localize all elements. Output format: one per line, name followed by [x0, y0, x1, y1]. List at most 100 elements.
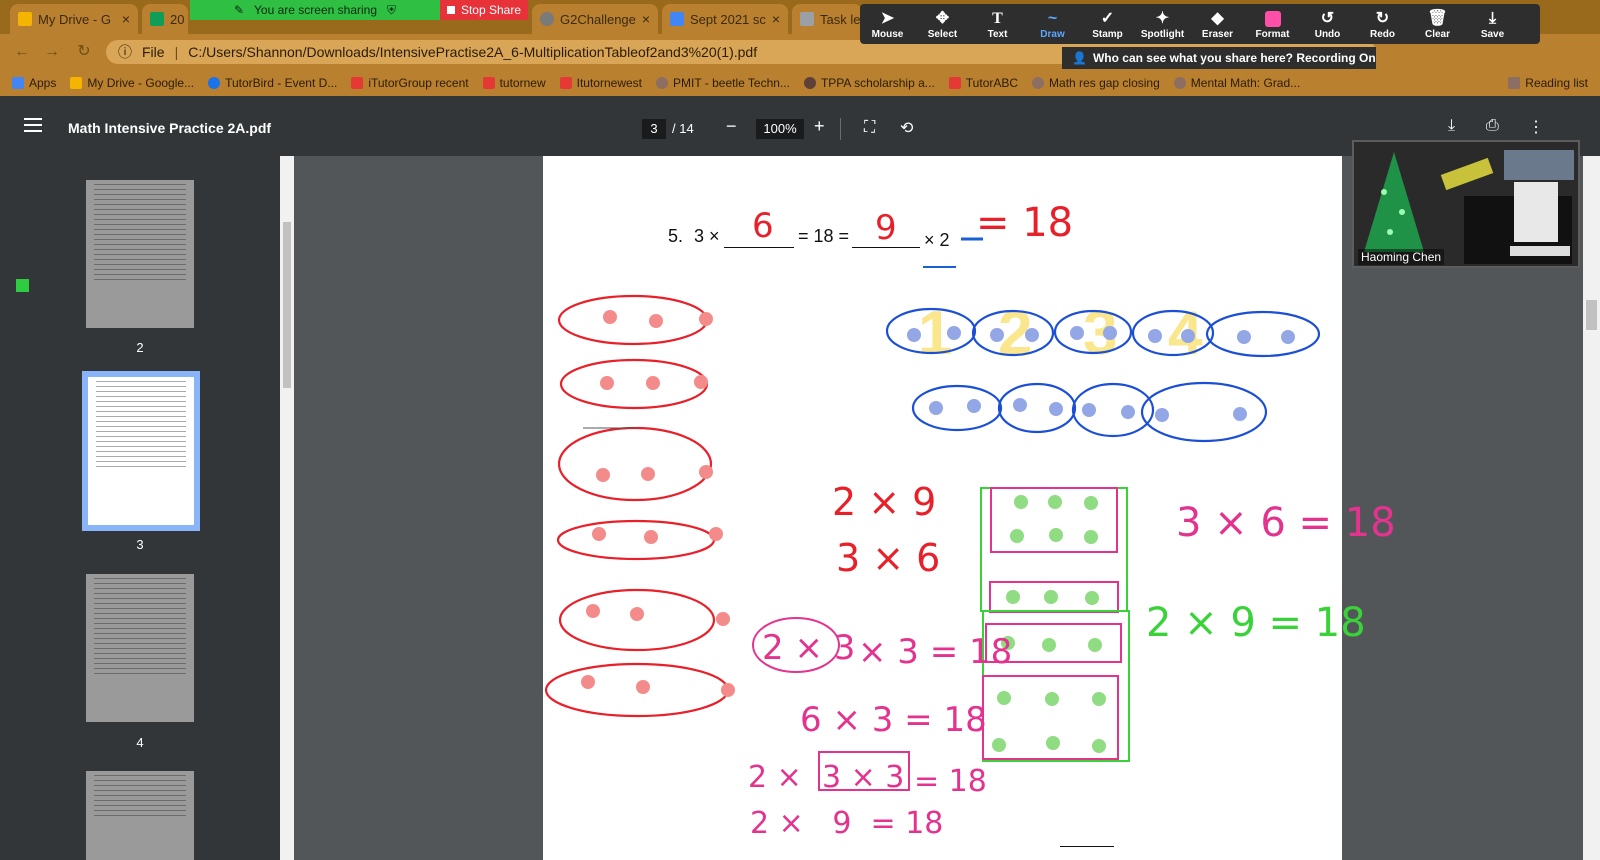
tool-label: Stamp	[1092, 28, 1123, 40]
redo-tool[interactable]: ↻ Redo	[1355, 4, 1410, 44]
handwritten-2x9: 2 × 9	[832, 480, 937, 524]
eraser-tool[interactable]: ◆ Eraser	[1190, 4, 1245, 44]
download-icon[interactable]: ⤓	[1448, 117, 1455, 135]
rotate-icon[interactable]: ⟲	[900, 118, 913, 138]
text-tool[interactable]: T Text	[970, 4, 1025, 44]
undo-tool[interactable]: ↺ Undo	[1300, 4, 1355, 44]
stop-share-button[interactable]: Stop Share	[440, 0, 528, 20]
tutorbird-icon	[208, 77, 221, 89]
tool-label: Format	[1255, 28, 1290, 40]
red-oval	[556, 519, 716, 561]
page-thumbnail[interactable]	[86, 574, 194, 722]
page-thumbnail[interactable]	[86, 180, 194, 328]
stop-share-label: Stop Share	[460, 3, 522, 17]
page-number-input[interactable]: 3	[642, 119, 666, 139]
bookmark-item[interactable]: TPPA scholarship a...	[803, 76, 935, 90]
url-scheme: File	[142, 44, 165, 60]
bookmark-label: Itutornewest	[576, 76, 642, 90]
bookmark-item[interactable]: TutorBird - Event D...	[208, 76, 337, 90]
tool-label: Spotlight	[1140, 28, 1185, 40]
toolbar-divider	[840, 118, 841, 140]
apps-grid-icon	[12, 77, 24, 89]
page-thumbnail-selected[interactable]	[88, 377, 194, 525]
bookmark-label: My Drive - Google...	[87, 76, 195, 90]
task-icon	[800, 12, 814, 26]
green-marker	[16, 279, 29, 292]
red-oval	[557, 294, 709, 346]
browser-tab[interactable]: G2Challenge ×	[532, 4, 658, 34]
bookmarks-bar: Apps My Drive - Google... TutorBird - Ev…	[0, 70, 1600, 96]
print-icon[interactable]: ⎙	[1486, 117, 1499, 135]
wand-icon: ✦	[1155, 9, 1170, 27]
thumbnail-page-number: 4	[136, 735, 144, 750]
bookmark-item[interactable]: My Drive - Google...	[70, 76, 194, 90]
zoom-out-icon[interactable]: −	[726, 116, 737, 137]
sidebar-scrollbar-thumb[interactable]	[283, 222, 291, 388]
screen-sharing-banner: ✎ You are screen sharing ⛨	[190, 0, 440, 20]
more-options-icon[interactable]: ⋮	[1528, 117, 1544, 137]
tab-label: Task lea	[820, 11, 862, 27]
move-icon: ✥	[935, 9, 950, 27]
handwritten-3x6: 3 × 6	[836, 536, 941, 580]
stamp-tool[interactable]: ✓ Stamp	[1080, 4, 1135, 44]
fit-page-icon[interactable]: ⛶	[864, 119, 875, 137]
browser-tab[interactable]: Sept 2021 sc ×	[662, 4, 788, 34]
close-icon[interactable]: ×	[122, 11, 130, 27]
browser-tab[interactable]: My Drive - G ×	[10, 4, 138, 34]
bookmark-label: PMIT - beetle Techn...	[673, 76, 790, 90]
bookmark-item[interactable]: Math res gap closing	[1032, 76, 1160, 90]
bookmark-item[interactable]: iTutorGroup recent	[351, 76, 469, 90]
bookmark-item[interactable]: Itutornewest	[559, 76, 642, 90]
browser-tab[interactable]: Task lea	[792, 4, 862, 34]
tool-label: Mouse	[871, 28, 904, 40]
page-total: / 14	[672, 121, 694, 136]
spotlight-tool[interactable]: ✦ Spotlight	[1135, 4, 1190, 44]
reading-list[interactable]: Reading list	[1508, 76, 1588, 90]
handwritten-pink-eq18: = 18	[914, 764, 987, 799]
close-icon[interactable]: ×	[772, 11, 780, 27]
handwritten-answer: 9	[875, 208, 897, 248]
bookmark-item[interactable]: tutornew	[482, 76, 546, 90]
stop-icon	[446, 6, 455, 14]
bookmark-item[interactable]: PMIT - beetle Techn...	[656, 76, 790, 90]
bookmark-label: Math res gap closing	[1049, 76, 1160, 90]
docs-icon	[670, 12, 684, 26]
browser-tab[interactable]: 20	[142, 4, 188, 34]
document-scrollbar[interactable]	[1583, 156, 1600, 860]
zoom-level-input[interactable]: 100%	[756, 119, 804, 139]
handwritten-3x6-eq-18: 3 × 6 = 18	[1176, 500, 1396, 546]
clear-tool[interactable]: 🗑 Clear	[1410, 4, 1465, 44]
text-t-icon: T	[992, 9, 1003, 27]
blue-oval	[911, 384, 1003, 432]
bookmark-item[interactable]: TutorABC	[948, 76, 1019, 90]
tab-label: My Drive - G	[38, 11, 111, 27]
bookmark-item[interactable]: Mental Math: Grad...	[1173, 76, 1300, 90]
reading-list-icon	[1508, 77, 1521, 89]
mouse-tool[interactable]: ➤ Mouse	[860, 4, 915, 44]
draw-tool[interactable]: ~ Draw	[1025, 4, 1080, 44]
handwritten-answer: 6	[752, 206, 774, 246]
select-tool[interactable]: ✥ Select	[915, 4, 970, 44]
close-icon[interactable]: ×	[642, 11, 650, 27]
document-scrollbar-thumb[interactable]	[1586, 300, 1597, 330]
zoom-in-icon[interactable]: +	[814, 116, 825, 137]
save-download-icon: ⤓	[1488, 9, 1497, 27]
redo-icon: ↻	[1375, 9, 1390, 27]
red-oval	[559, 358, 709, 410]
back-icon[interactable]: ←	[12, 42, 32, 62]
pin-icon: ✎	[233, 3, 245, 17]
forward-icon[interactable]: →	[42, 42, 62, 62]
bookmark-label: Reading list	[1525, 76, 1588, 90]
menu-icon[interactable]	[24, 118, 42, 132]
recording-notice[interactable]: 👤 Who can see what you share here? Recor…	[1062, 47, 1376, 69]
squiggle-icon: ~	[1047, 9, 1058, 27]
tool-label: Select	[927, 28, 958, 40]
bookmark-label: TutorABC	[965, 76, 1019, 90]
handwritten-pink-3x3: 3 × 3	[822, 760, 905, 795]
reload-icon[interactable]: ↻	[74, 42, 94, 62]
red-oval	[557, 426, 713, 502]
page-thumbnail[interactable]	[86, 771, 194, 860]
bookmark-apps[interactable]: Apps	[12, 76, 56, 90]
save-tool[interactable]: ⤓ Save	[1465, 4, 1520, 44]
format-tool[interactable]: Format	[1245, 4, 1300, 44]
